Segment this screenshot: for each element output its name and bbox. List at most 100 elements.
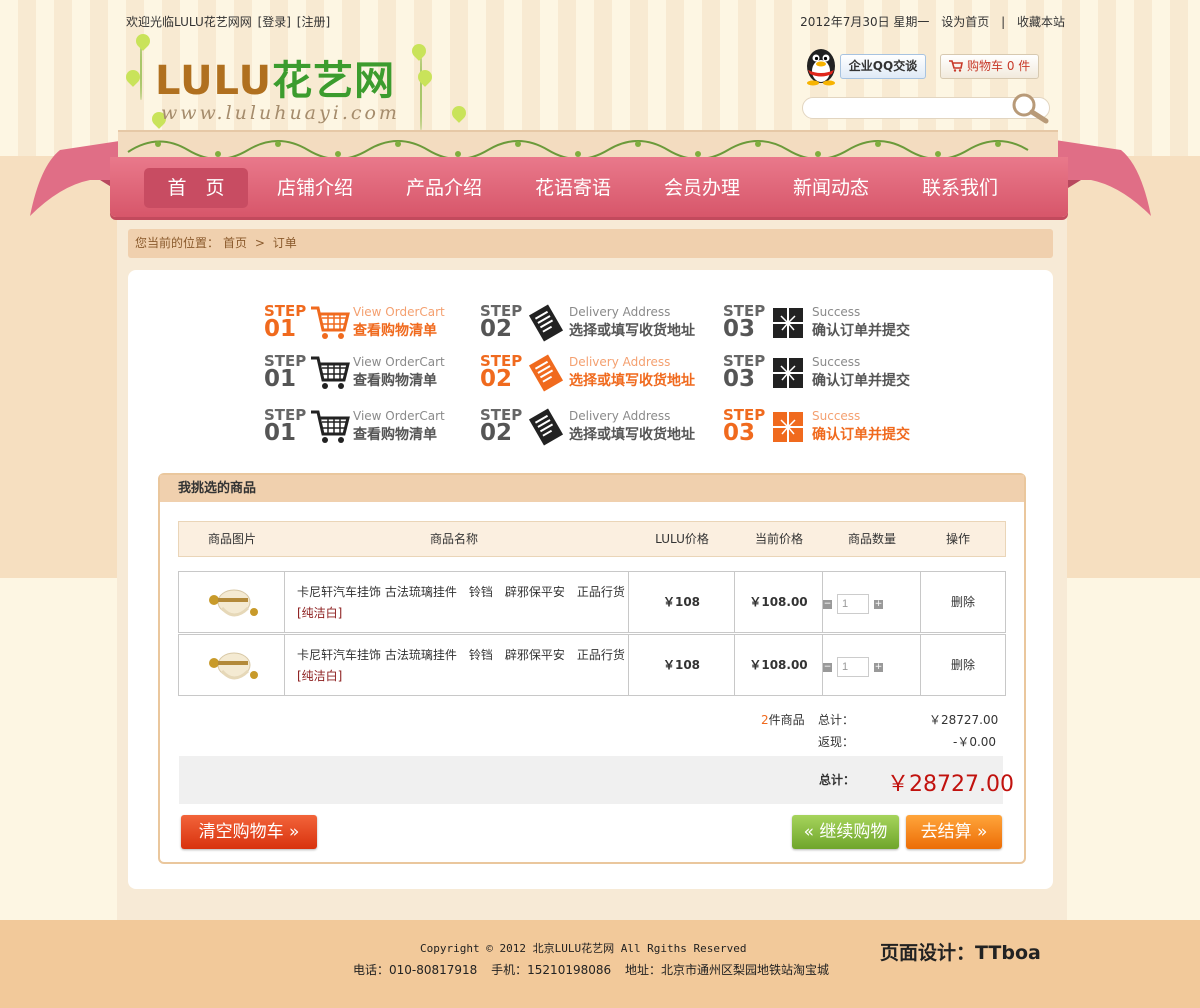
qty-increase-button[interactable]: + bbox=[874, 663, 883, 672]
product-name[interactable]: 卡尼轩汽车挂饰 古法琉璃挂件 铃铛 辟邪保平安 正品行货 bbox=[297, 648, 625, 662]
qty-decrease-button[interactable]: − bbox=[823, 600, 832, 609]
footer-design-credit: 页面设计：TTboa bbox=[880, 942, 1041, 964]
nav-item-membership[interactable]: 会员办理 bbox=[650, 168, 754, 208]
subtotal-label: 总计： bbox=[818, 713, 855, 727]
footer-copyright: Copyright © 2012 北京LULU花艺网 All Rgiths Re… bbox=[420, 942, 747, 955]
product-image[interactable] bbox=[204, 645, 262, 685]
main-nav: 首 页 店铺介绍 产品介绍 花语寄语 会员办理 新闻动态 联系我们 bbox=[110, 157, 1068, 217]
quantity-input[interactable] bbox=[837, 594, 869, 614]
nav-item-home[interactable]: 首 页 bbox=[144, 168, 248, 208]
step-title-cn: 选择或填写收货地址 bbox=[569, 323, 695, 339]
step-title-cn: 查看购物清单 bbox=[353, 373, 437, 389]
step-number: 02 bbox=[480, 316, 513, 342]
step-number: 03 bbox=[723, 366, 756, 392]
continue-shopping-button[interactable]: « 继续购物 bbox=[792, 815, 899, 849]
cart-icon bbox=[310, 408, 350, 446]
cart-icon bbox=[949, 60, 963, 72]
step-title-en: Success bbox=[812, 409, 861, 423]
table-row: 卡尼轩汽车挂饰 古法琉璃挂件 铃铛 辟邪保平安 正品行货 [纯洁白] ￥108 … bbox=[178, 634, 1006, 696]
gift-icon bbox=[769, 408, 809, 446]
breadcrumb-current: 订单 bbox=[272, 236, 297, 250]
quantity-cell: − + bbox=[823, 635, 921, 695]
topbar-separator: | bbox=[1001, 15, 1006, 29]
product-color: [纯洁白] bbox=[297, 669, 343, 683]
nav-item-products[interactable]: 产品介绍 bbox=[392, 168, 496, 208]
search-input[interactable] bbox=[812, 100, 1002, 116]
document-icon bbox=[526, 408, 566, 446]
lulu-price-cell: ￥108 bbox=[629, 635, 735, 695]
step-title-en: View OrderCart bbox=[353, 305, 445, 319]
step-number: 01 bbox=[264, 420, 297, 446]
double-chevron-right-icon: » bbox=[977, 822, 988, 842]
footer-contact: 电话：010-80817918 手机：15210198086 地址：北京市通州区… bbox=[353, 961, 839, 978]
bookmark-link[interactable]: 收藏本站 bbox=[1017, 15, 1065, 29]
footer-address: 地址：北京市通州区梨园地铁站淘宝城 bbox=[624, 963, 829, 977]
item-count-number: 2 bbox=[761, 713, 769, 727]
welcome-text: 欢迎光临LULU花艺网网 bbox=[126, 15, 252, 29]
breadcrumb-home[interactable]: 首页 bbox=[223, 236, 247, 250]
footer-mobile: 手机：15210198086 bbox=[491, 963, 612, 977]
current-price-cell: ￥108.00 bbox=[735, 572, 823, 632]
lulu-price-cell: ￥108 bbox=[629, 572, 735, 632]
quantity-input[interactable] bbox=[837, 657, 869, 677]
search-icon[interactable] bbox=[1008, 90, 1052, 124]
step-title-en: Delivery Address bbox=[569, 409, 671, 423]
total-value: ￥28727.00 bbox=[887, 772, 1014, 797]
rebate-value: -￥0.00 bbox=[953, 735, 997, 749]
column-header-current-price: 当前价格 bbox=[754, 532, 803, 546]
qty-increase-button[interactable]: + bbox=[874, 600, 883, 609]
lulu-price: ￥108 bbox=[662, 658, 701, 672]
column-header-lulu-price: LULU价格 bbox=[655, 532, 709, 546]
nav-item-flower-language[interactable]: 花语寄语 bbox=[521, 168, 625, 208]
qq-chat-button[interactable]: 企业QQ交谈 bbox=[840, 54, 926, 79]
nav-item-store-intro[interactable]: 店铺介绍 bbox=[263, 168, 367, 208]
cart-label: 购物车 0 件 bbox=[967, 59, 1031, 73]
heart-icon bbox=[133, 31, 153, 51]
nav-item-contact[interactable]: 联系我们 bbox=[908, 168, 1012, 208]
delete-link[interactable]: 删除 bbox=[921, 593, 1005, 610]
nav-item-news[interactable]: 新闻动态 bbox=[779, 168, 883, 208]
step-title-cn: 查看购物清单 bbox=[353, 427, 437, 443]
step-title-en: Success bbox=[812, 305, 861, 319]
column-header-quantity: 商品数量 bbox=[847, 532, 896, 546]
register-link[interactable]: [注册] bbox=[297, 15, 330, 29]
step-number: 02 bbox=[480, 420, 513, 446]
current-price: ￥108.00 bbox=[749, 658, 808, 672]
checkout-label: 去结算 bbox=[920, 822, 972, 842]
step-title-cn: 查看购物清单 bbox=[353, 323, 437, 339]
heart-icon bbox=[409, 41, 429, 61]
step-title-en: View OrderCart bbox=[353, 409, 445, 423]
gift-icon bbox=[769, 354, 809, 392]
cart-button[interactable]: 购物车 0 件 bbox=[940, 54, 1039, 79]
ribbon-right-decoration bbox=[1055, 140, 1151, 216]
column-header-action: 操作 bbox=[945, 532, 970, 546]
current-price-cell: ￥108.00 bbox=[735, 635, 823, 695]
qty-decrease-button[interactable]: − bbox=[823, 663, 832, 672]
step-title-en: Success bbox=[812, 355, 861, 369]
product-color: [纯洁白] bbox=[297, 606, 343, 620]
clear-cart-button[interactable]: 清空购物车 » bbox=[181, 815, 317, 849]
product-name[interactable]: 卡尼轩汽车挂饰 古法琉璃挂件 铃铛 辟邪保平安 正品行货 bbox=[297, 585, 625, 599]
step-number: 02 bbox=[480, 366, 513, 392]
delete-link[interactable]: 删除 bbox=[921, 656, 1005, 673]
rebate-label: 返现： bbox=[818, 735, 855, 749]
vine-decoration bbox=[420, 50, 422, 130]
logo-brand-cn: 花艺网 bbox=[272, 58, 396, 104]
qq-penguin-icon bbox=[807, 49, 835, 86]
double-chevron-left-icon: « bbox=[803, 822, 814, 842]
logo-url: www.luluhuayi.com bbox=[161, 102, 400, 124]
site-logo[interactable]: LULU花艺网 www.luluhuayi.com bbox=[155, 48, 400, 124]
document-icon bbox=[526, 354, 566, 392]
document-icon bbox=[526, 304, 566, 342]
vine-strip-decoration bbox=[118, 130, 1058, 160]
step-number: 01 bbox=[264, 316, 297, 342]
vine-pattern bbox=[127, 140, 1029, 160]
checkout-button[interactable]: 去结算 » bbox=[906, 815, 1002, 849]
set-home-link[interactable]: 设为首页 bbox=[941, 15, 989, 29]
step-number: 03 bbox=[723, 316, 756, 342]
login-link[interactable]: [登录] bbox=[258, 15, 291, 29]
goods-table-header: 商品图片 商品名称 LULU价格 当前价格 商品数量 操作 bbox=[178, 521, 1006, 557]
product-image[interactable] bbox=[204, 582, 262, 622]
step-number: 03 bbox=[723, 420, 756, 446]
total-label: 总计： bbox=[819, 773, 856, 787]
